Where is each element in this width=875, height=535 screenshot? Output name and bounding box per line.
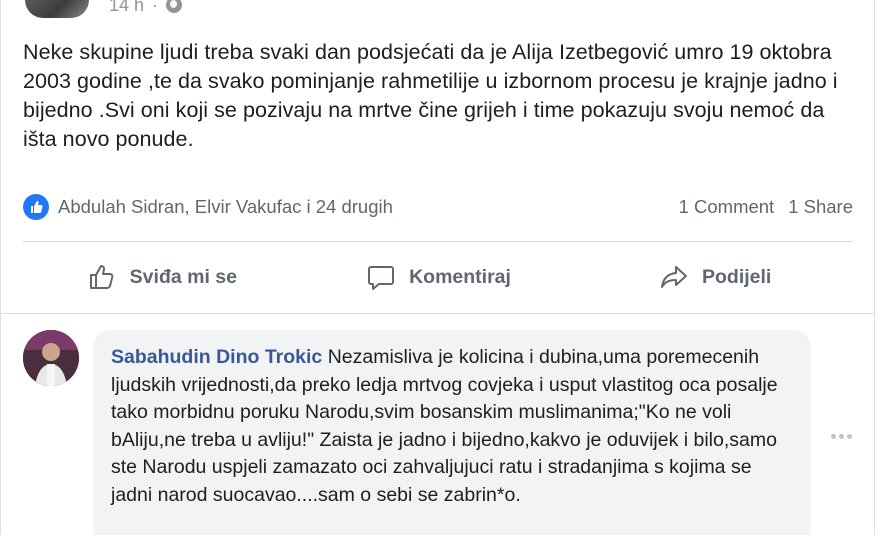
reactions-bar: Abdulah Sidran, Elvir Vakufac i 24 drugi… — [23, 194, 853, 220]
post-header: 14 h · — [25, 0, 183, 18]
share-label: Podijeli — [702, 265, 772, 288]
more-options-icon[interactable] — [831, 434, 852, 439]
comment-text: Nezamisliva je kolicina i dubina,uma por… — [111, 346, 778, 506]
comment-author[interactable]: Sabahudin Dino Trokic — [111, 346, 328, 368]
shares-count[interactable]: 1 Share — [788, 196, 853, 218]
thumbs-up-icon — [89, 265, 114, 289]
post-actions: Sviđa mi se Komentiraj Podijeli — [23, 252, 853, 302]
like-button[interactable]: Sviđa mi se — [23, 252, 300, 302]
divider — [1, 313, 875, 314]
divider — [23, 241, 853, 242]
post-timestamp[interactable]: 14 h — [109, 0, 144, 16]
like-label: Sviđa mi se — [129, 265, 237, 288]
author-avatar[interactable] — [25, 0, 89, 18]
like-reaction-icon[interactable] — [23, 194, 49, 220]
post-card: 14 h · Neke skupine ljudi treba svaki da… — [0, 0, 875, 535]
comment-icon — [368, 266, 395, 290]
comment-button[interactable]: Komentiraj — [300, 252, 577, 302]
commenter-avatar[interactable] — [23, 330, 79, 386]
post-text: Neke skupine ljudi treba svaki dan podsj… — [23, 40, 838, 151]
globe-icon[interactable] — [166, 0, 183, 13]
comments-count[interactable]: 1 Comment — [679, 196, 775, 218]
post-meta: 14 h · — [109, 0, 183, 16]
engagement-counts: 1 Comment 1 Share — [679, 196, 853, 218]
comment-bubble: Sabahudin Dino Trokic Nezamisliva je kol… — [93, 330, 811, 535]
comment-label: Komentiraj — [409, 265, 511, 288]
share-button[interactable]: Podijeli — [576, 252, 853, 302]
reactors-list[interactable]: Abdulah Sidran, Elvir Vakufac i 24 drugi… — [58, 196, 393, 218]
share-arrow-icon — [661, 266, 687, 288]
